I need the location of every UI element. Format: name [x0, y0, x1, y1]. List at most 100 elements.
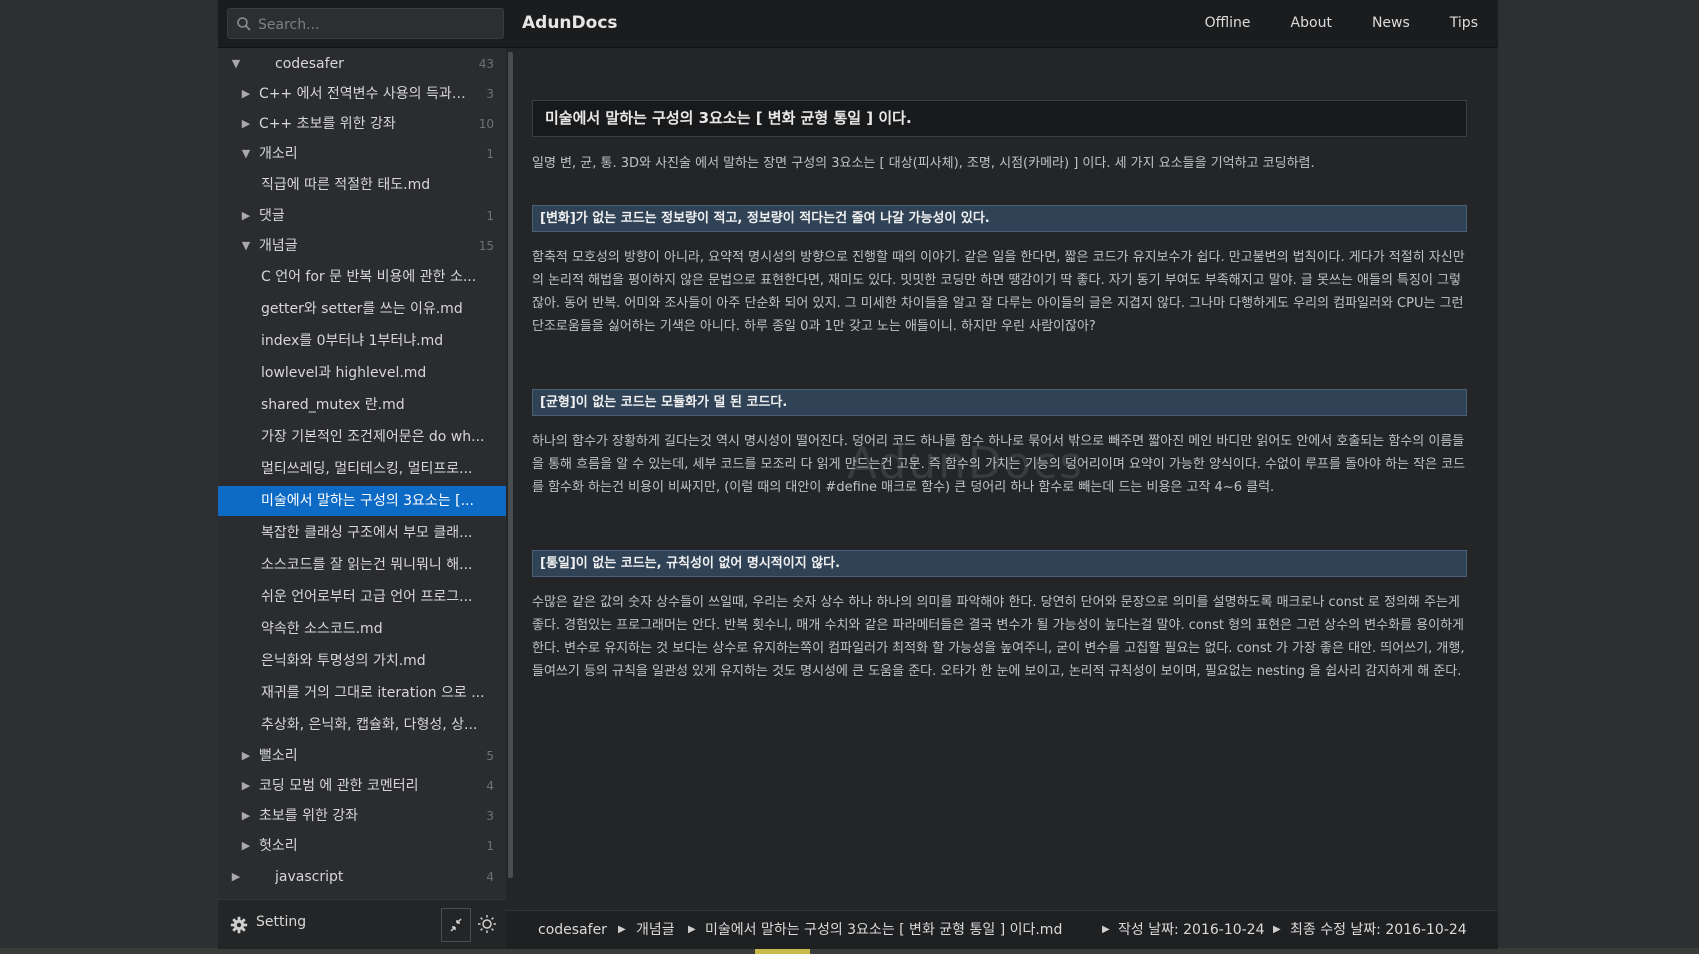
tree-item-file-selected[interactable]: 미술에서 말하는 구성의 3요소는 [...: [218, 486, 506, 516]
tree-label: 재귀를 거의 그대로 iteration 으로 ...: [261, 685, 485, 701]
tree-label: getter와 setter를 쓰는 이유.md: [261, 301, 463, 317]
tree-label: index를 0부터냐 1부터냐.md: [261, 333, 444, 349]
intro-paragraph: 일명 변, 균, 통. 3D와 사진술 에서 말하는 장면 구성의 3요소는 […: [532, 156, 1315, 171]
tree-count: 4: [486, 870, 494, 884]
tree-arrow[interactable]: ▼: [230, 49, 242, 79]
sidebar-scrollbar[interactable]: [508, 52, 513, 878]
tree-arrow[interactable]: ▶: [240, 771, 252, 801]
tree-label: 직급에 따른 적절한 태도.md: [261, 177, 431, 193]
nav-offline[interactable]: Offline: [1185, 0, 1271, 47]
tree-arrow[interactable]: ▼: [240, 231, 252, 261]
tree-item-file[interactable]: getter와 setter를 쓰는 이유.md: [218, 294, 506, 324]
modified-date: 최종 수정 날짜: 2016-10-24: [1290, 922, 1467, 938]
search-box[interactable]: [227, 8, 504, 40]
tree-label: javascript: [275, 869, 344, 885]
tree-item-file[interactable]: 멀티쓰레딩, 멀티테스킹, 멀티프로...: [218, 454, 506, 484]
tree-label: 복잡한 클래싱 구조에서 부모 클래...: [261, 525, 473, 541]
tree-item-file[interactable]: 복잡한 클래싱 구조에서 부모 클래...: [218, 518, 506, 548]
tree-item-folder[interactable]: ▶ 뻘소리 5: [218, 741, 506, 771]
breadcrumb-separator-icon: ▶: [688, 924, 696, 935]
tree-count: 3: [486, 87, 494, 101]
tree-item-root-javascript[interactable]: ▶ javascript 4: [218, 862, 506, 892]
tree-label: 개소리: [259, 146, 298, 162]
tree-label: shared_mutex 란.md: [261, 397, 405, 413]
tree-label: 은닉화와 투명성의 가치.md: [261, 653, 426, 669]
search-input[interactable]: [256, 9, 500, 40]
top-bar: AdunDocs Offline About News Tips: [218, 0, 1498, 48]
tree-arrow[interactable]: ▼: [240, 139, 252, 169]
search-icon: [237, 17, 251, 31]
tree-item-folder[interactable]: ▶ C++ 초보를 위한 강좌 10: [218, 109, 506, 139]
breadcrumb-separator-icon: ▶: [1273, 924, 1281, 935]
section-heading-balance: [균형]이 없는 코드는 모듈화가 덜 된 코드다.: [532, 389, 1467, 416]
tree-item-file[interactable]: 재귀를 거의 그대로 iteration 으로 ...: [218, 678, 506, 708]
tree-item-file[interactable]: 직급에 따른 적절한 태도.md: [218, 170, 506, 200]
nav-about[interactable]: About: [1271, 0, 1352, 47]
tree-arrow[interactable]: ▶: [240, 801, 252, 831]
tree-arrow[interactable]: ▶: [240, 109, 252, 139]
tree-item-file[interactable]: 추상화, 은닉화, 캡슐화, 다형성, 상...: [218, 710, 506, 740]
breadcrumb-file: 미술에서 말하는 구성의 3요소는 [ 변화 균형 통일 ] 이다.md: [705, 922, 1063, 938]
tree-item-file[interactable]: 소스코드를 잘 읽는건 뭐니뭐니 해...: [218, 550, 506, 580]
tree-label: 댓글: [259, 208, 285, 224]
nav-news[interactable]: News: [1352, 0, 1430, 47]
tree-item-file[interactable]: index를 0부터냐 1부터냐.md: [218, 326, 506, 356]
app-brand[interactable]: AdunDocs: [522, 13, 618, 33]
tree-item-file[interactable]: C 언어 for 문 반복 비용에 관한 소...: [218, 262, 506, 292]
tree-label: 소스코드를 잘 읽는건 뭐니뭐니 해...: [261, 557, 473, 573]
tree-item-folder[interactable]: ▼ 개소리 1: [218, 139, 506, 169]
tree-count: 1: [486, 209, 494, 223]
breadcrumb-folder[interactable]: 개념글: [636, 911, 675, 949]
tree-label: 헛소리: [259, 838, 298, 854]
document-title: 미술에서 말하는 구성의 3요소는 [ 변화 균형 통일 ] 이다.: [532, 100, 1467, 137]
tree-arrow[interactable]: ▶: [230, 862, 242, 892]
tree-label: codesafer: [275, 56, 344, 72]
tree-item-file[interactable]: lowlevel과 highlevel.md: [218, 358, 506, 388]
tree-item-file[interactable]: shared_mutex 란.md: [218, 390, 506, 420]
section-body-unity: 수많은 같은 값의 숫자 상수들이 쓰일때, 우리는 숫자 상수 하나 하나의 …: [532, 595, 1465, 679]
tree-arrow[interactable]: ▶: [240, 79, 252, 109]
top-nav: Offline About News Tips: [1185, 0, 1498, 47]
section-body-balance: 하나의 함수가 장황하게 길다는것 역시 명시성이 떨어진다. 덩어리 코드 하…: [532, 434, 1466, 495]
tree-item-folder[interactable]: ▼ 개념글 15: [218, 231, 506, 261]
tree-label: C 언어 for 문 반복 비용에 관한 소...: [261, 269, 477, 285]
tree-label: 초보를 위한 강좌: [259, 808, 359, 824]
tree-item-file[interactable]: 약속한 소스코드.md: [218, 614, 506, 644]
tree-count: 15: [478, 239, 494, 253]
tree-item-folder[interactable]: ▶ 코딩 모범 에 관한 코멘터리 4: [218, 771, 506, 801]
tree-label: 가장 기본적인 조건제어문은 do wh...: [261, 429, 485, 445]
tree-count: 1: [486, 839, 494, 853]
tree-item-root-codesafer[interactable]: ▼ codesafer 43: [218, 49, 506, 79]
tree-item-file[interactable]: 쉬운 언어로부터 고급 언어 프로그...: [218, 582, 506, 612]
tree-arrow[interactable]: ▶: [240, 831, 252, 861]
tree-item-file[interactable]: 가장 기본적인 조건제어문은 do wh...: [218, 422, 506, 452]
tree-count: 43: [478, 57, 494, 71]
document-content: AdunDocs 미술에서 말하는 구성의 3요소는 [ 변화 균형 통일 ] …: [517, 48, 1498, 910]
nav-tips[interactable]: Tips: [1430, 0, 1498, 47]
tree-arrow[interactable]: ▶: [240, 741, 252, 771]
adundocs-app: AdunDocs Offline About News Tips ▼ codes…: [218, 0, 1498, 949]
tree-item-folder[interactable]: ▶ 댓글 1: [218, 201, 506, 231]
tree-count: 10: [478, 117, 494, 131]
tree-label: C++ 에서 전역변수 사용의 득과 실: [259, 86, 469, 102]
tree-label: 멀티쓰레딩, 멀티테스킹, 멀티프로...: [261, 461, 473, 477]
setting-label[interactable]: Setting: [256, 914, 306, 930]
tree-item-folder[interactable]: ▶ 헛소리 1: [218, 831, 506, 861]
tree-item-file[interactable]: 은닉화와 투명성의 가치.md: [218, 646, 506, 676]
collapse-sidebar-button[interactable]: [441, 908, 471, 942]
breadcrumb-root[interactable]: codesafer: [538, 911, 607, 949]
tree-arrow[interactable]: ▶: [240, 201, 252, 231]
gear-icon[interactable]: [230, 916, 248, 934]
created-date: 작성 날짜: 2016-10-24: [1118, 922, 1265, 938]
tree-label: 약속한 소스코드.md: [261, 621, 383, 637]
tree-item-folder[interactable]: ▶ 초보를 위한 강좌 3: [218, 801, 506, 831]
collapse-arrows-icon: [450, 918, 462, 932]
tree-label: 쉬운 언어로부터 고급 언어 프로그...: [261, 589, 473, 605]
sun-icon[interactable]: [477, 914, 497, 934]
tree-item-folder[interactable]: ▶ C++ 에서 전역변수 사용의 득과 실 3: [218, 79, 506, 109]
breadcrumb-separator-icon: ▶: [618, 924, 626, 935]
tree-label: 추상화, 은닉화, 캡슐화, 다형성, 상...: [261, 717, 478, 733]
tree-label: 개념글: [259, 238, 298, 254]
sidebar-footer: Setting: [218, 899, 506, 949]
breadcrumb: codesafer ▶ 개념글 ▶ 미술에서 말하는 구성의 3요소는 [ 변화…: [506, 910, 1498, 949]
